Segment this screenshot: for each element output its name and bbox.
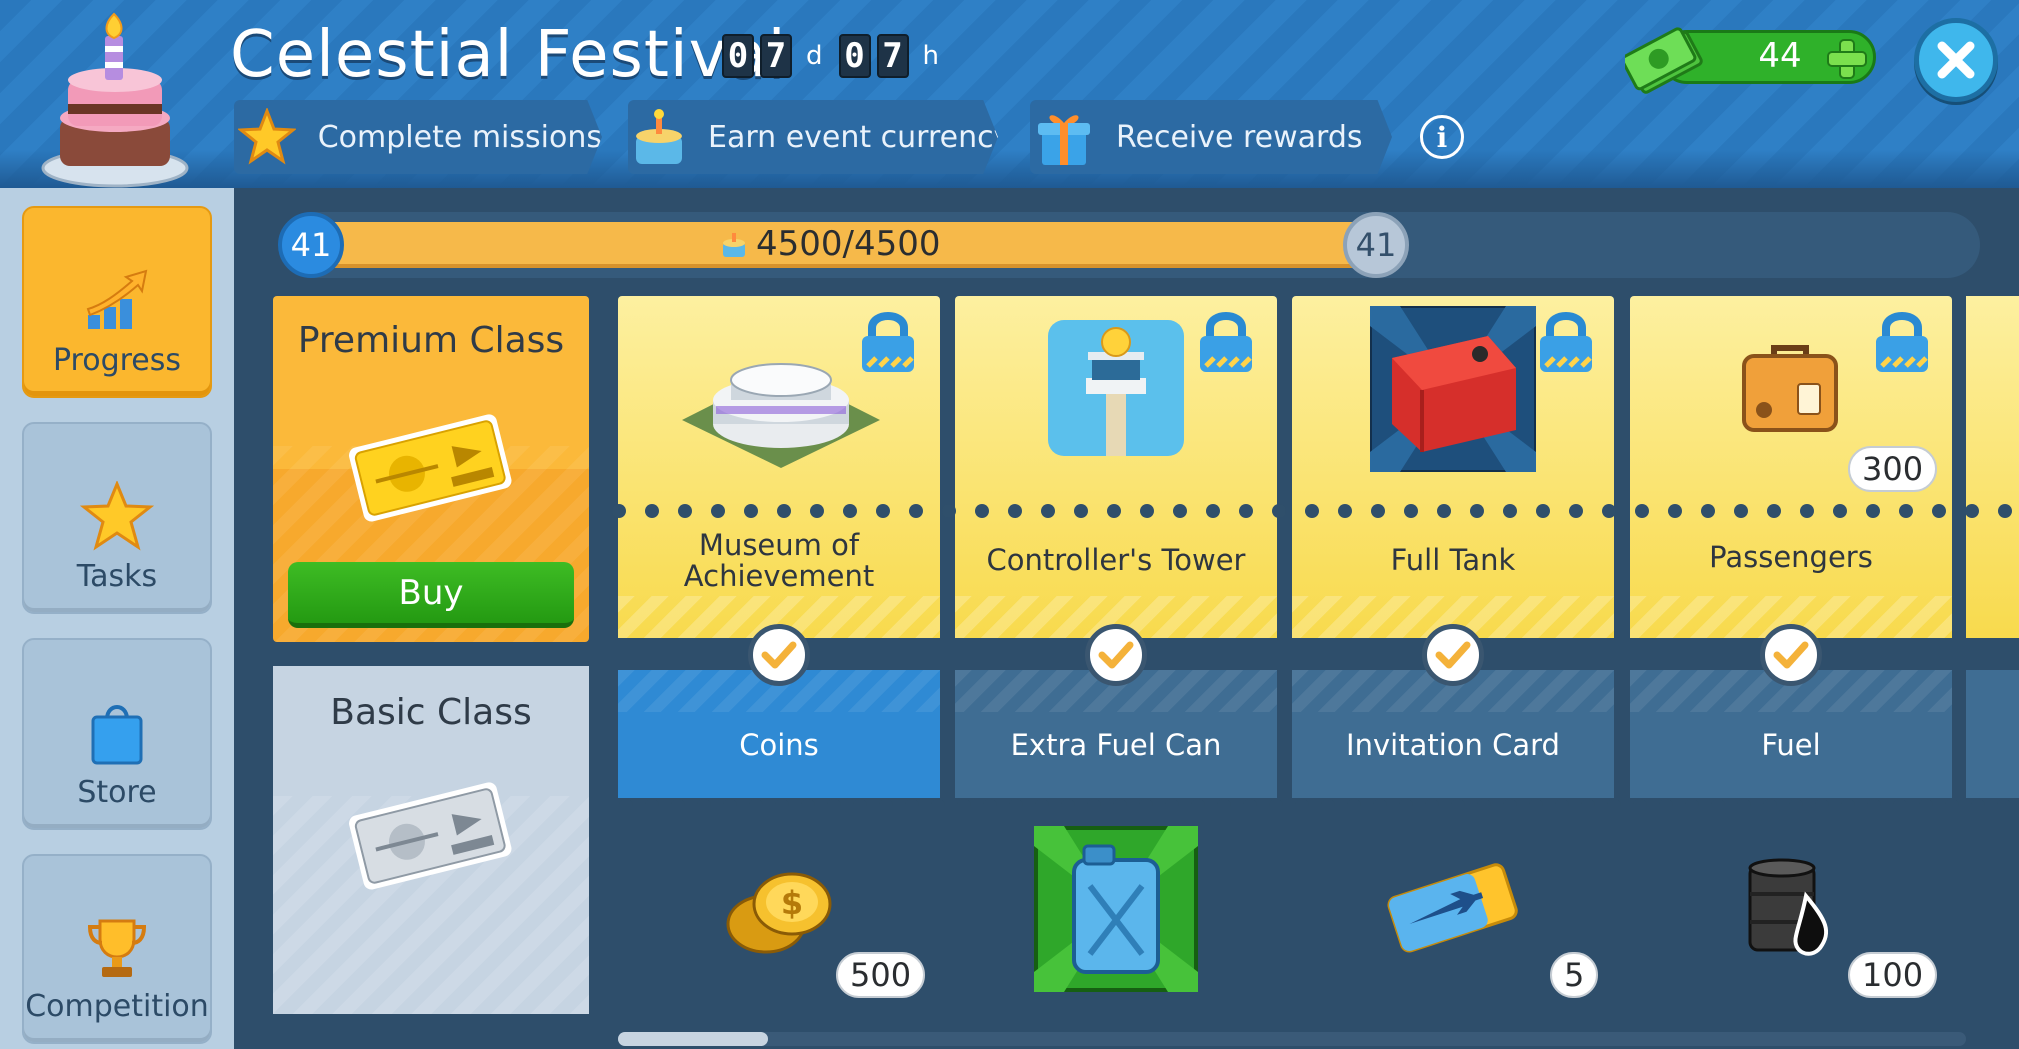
premium-reward-name: Controller's Tower bbox=[955, 545, 1277, 576]
lock-icon bbox=[1876, 312, 1928, 372]
claimed-check-icon bbox=[1422, 624, 1484, 686]
buy-premium-button[interactable]: Buy bbox=[288, 562, 574, 628]
oil-barrel-icon bbox=[1748, 858, 1829, 956]
basic-reward-slot-peek bbox=[1966, 670, 2019, 798]
sidebar-item-competition[interactable]: Competition bbox=[22, 854, 212, 1044]
reward-amount-badge: 100 bbox=[1848, 952, 1938, 998]
track-divider bbox=[612, 504, 2012, 518]
sidebar-item-label: Tasks bbox=[76, 559, 158, 594]
timer-digit: 0 bbox=[722, 34, 754, 78]
reward-amount-badge: 300 bbox=[1848, 446, 1938, 492]
birthday-cake-icon bbox=[41, 12, 189, 188]
sidebar-item-tasks[interactable]: Tasks bbox=[22, 422, 212, 614]
plane-ticket-icon bbox=[1387, 863, 1518, 953]
next-level-badge: 41 bbox=[1343, 212, 1409, 278]
sidebar-item-label: Store bbox=[77, 775, 157, 810]
current-level-badge: 41 bbox=[278, 212, 344, 278]
basic-reward-name: Extra Fuel Can bbox=[1010, 728, 1222, 762]
step-label: Receive rewards bbox=[1116, 119, 1363, 155]
museum-building-icon bbox=[682, 363, 880, 468]
fuel-can-icon bbox=[1034, 826, 1198, 992]
basic-class-title: Basic Class bbox=[330, 692, 532, 733]
currency-value: 44 bbox=[1758, 36, 1802, 76]
reward-name-line: Full Tank bbox=[1390, 543, 1516, 577]
lock-icon bbox=[1540, 312, 1592, 372]
close-icon bbox=[1937, 41, 1975, 79]
horizontal-scrollbar[interactable] bbox=[618, 1032, 1966, 1046]
trophy-icon bbox=[87, 919, 147, 977]
timer-digit: 7 bbox=[760, 34, 792, 78]
sidebar-item-store[interactable]: Store bbox=[22, 638, 212, 830]
premium-class-title: Premium Class bbox=[297, 320, 565, 361]
step-label: Complete missions bbox=[317, 119, 602, 155]
basic-reward-name: Coins bbox=[739, 728, 819, 762]
reward-amount-badge: 500 bbox=[836, 952, 926, 998]
claimed-check-icon bbox=[1760, 624, 1822, 686]
gift-icon bbox=[1032, 105, 1096, 169]
close-button[interactable] bbox=[1914, 18, 1998, 102]
sidebar-item-label: Progress bbox=[52, 343, 182, 378]
sidebar-item-label: Competition bbox=[25, 989, 209, 1024]
timer-unit-days: d bbox=[806, 41, 823, 71]
countdown-timer: 0 7 d 0 7 h bbox=[722, 34, 949, 78]
lock-icon bbox=[862, 312, 914, 372]
suitcase-icon bbox=[1742, 345, 1838, 432]
red-fuel-tank-icon bbox=[1370, 306, 1536, 472]
progress-text: 4500/4500 bbox=[756, 224, 941, 264]
timer-digit: 0 bbox=[838, 34, 871, 78]
slot-edge bbox=[619, 799, 2011, 806]
reward-amount-badge: 5 bbox=[1550, 952, 1599, 998]
reward-name-line: Achievement bbox=[683, 559, 875, 593]
timer-unit-hours: h bbox=[922, 41, 939, 71]
sidebar-item-progress[interactable]: Progress bbox=[22, 206, 212, 398]
step-label: Earn event currency bbox=[708, 119, 1012, 155]
cake-currency-icon bbox=[630, 105, 688, 169]
control-tower-icon bbox=[1048, 320, 1184, 456]
reward-name-line: Museum of bbox=[698, 528, 860, 562]
premium-reward-name: Passengers bbox=[1630, 542, 1952, 573]
step-receive-rewards: Receive rewards bbox=[1030, 100, 1392, 174]
info-icon[interactable]: i bbox=[1420, 115, 1464, 159]
lock-icon bbox=[1200, 312, 1252, 372]
premium-reward-name: Full Tank bbox=[1292, 545, 1614, 576]
add-currency-button[interactable] bbox=[1826, 38, 1868, 80]
silver-ticket-icon bbox=[349, 782, 512, 890]
star-icon bbox=[236, 105, 298, 169]
reward-name-line: Controller's Tower bbox=[986, 543, 1246, 577]
event-title: Celestial Festival bbox=[230, 18, 787, 92]
step-earn-currency: Earn event currency bbox=[628, 100, 998, 174]
basic-reward-name: Invitation Card bbox=[1346, 728, 1560, 762]
cash-icon bbox=[1625, 27, 1703, 94]
gold-ticket-icon bbox=[349, 414, 512, 522]
shopping-bag-icon bbox=[91, 705, 143, 765]
basic-reward-name: Fuel bbox=[1761, 728, 1821, 762]
gold-coins-icon: $ bbox=[726, 872, 832, 954]
svg-text:$: $ bbox=[781, 884, 803, 922]
progress-chart-icon bbox=[86, 269, 148, 329]
progress-value: 4500/4500 bbox=[720, 224, 941, 264]
premium-reward-name: Museum of Achievement bbox=[618, 530, 940, 592]
timer-digit: 7 bbox=[876, 34, 909, 78]
cake-currency-icon bbox=[723, 233, 745, 257]
scrollbar-thumb[interactable] bbox=[618, 1032, 768, 1046]
claimed-check-icon bbox=[1085, 624, 1147, 686]
step-complete-missions: Complete missions bbox=[234, 100, 602, 174]
star-icon bbox=[80, 481, 154, 551]
claimed-check-icon bbox=[748, 624, 810, 686]
reward-name-line: Passengers bbox=[1709, 540, 1873, 574]
premium-reward-slot-peek bbox=[1966, 296, 2019, 638]
